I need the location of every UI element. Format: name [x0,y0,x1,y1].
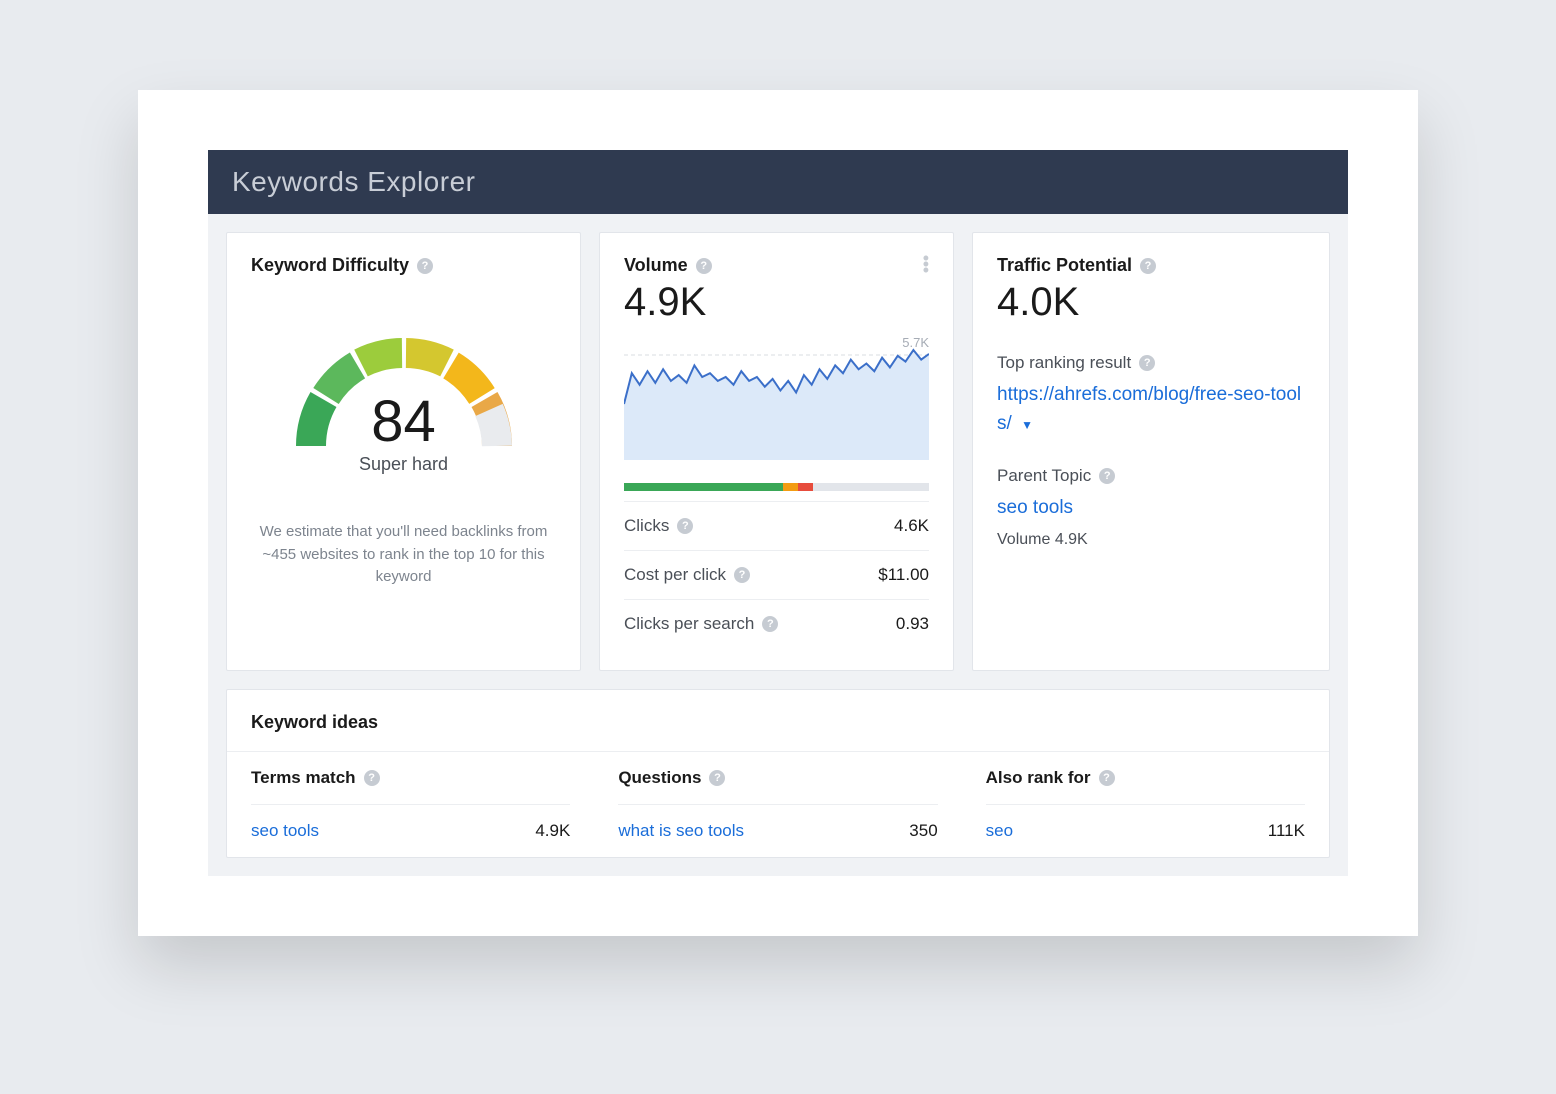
kd-gauge: 84 Super hard [279,306,529,466]
metric-label: Clicks per search? [624,614,778,634]
ideas-row: what is seo tools 350 [618,805,937,857]
segment [798,483,813,491]
vol-title-wrap: Volume ? [624,255,923,276]
kd-description: We estimate that you'll need backlinks f… [251,521,556,589]
keyword-volume: 4.9K [535,821,570,841]
ideas-col-head: Terms match? [251,752,570,805]
metric-value: 0.93 [896,614,929,634]
keyword-volume: 111K [1268,821,1305,841]
ideas-column: Terms match? seo tools 4.9K [227,752,594,857]
ideas-row: seo 111K [986,805,1305,857]
metric-label: Clicks? [624,516,693,536]
parent-topic-link[interactable]: seo tools [997,494,1305,523]
keyword-link[interactable]: what is seo tools [618,821,744,841]
top-cards-row: Keyword Difficulty ? [226,232,1330,671]
ideas-column: Also rank for? seo 111K [962,752,1329,857]
keyword-volume: 350 [909,821,937,841]
page-title: Keywords Explorer [232,166,475,197]
help-icon[interactable]: ? [762,616,778,632]
card-keyword-difficulty: Keyword Difficulty ? [226,232,581,671]
kd-title-row: Keyword Difficulty ? [251,255,556,276]
content: Keyword Difficulty ? [208,214,1348,876]
vol-value: 4.9K [624,280,929,325]
metric-row: Cost per click? $11.00 [624,550,929,599]
more-menu-icon[interactable]: ••• [923,255,929,273]
help-icon[interactable]: ? [677,518,693,534]
vol-title: Volume [624,255,688,276]
help-icon[interactable]: ? [696,258,712,274]
ideas-row: seo tools 4.9K [251,805,570,857]
app-window: Keywords Explorer Keyword Difficulty ? [138,90,1418,936]
metric-row: Clicks? 4.6K [624,501,929,550]
parent-topic-label-row: Parent Topic ? [997,466,1305,486]
segment [783,483,798,491]
help-icon[interactable]: ? [709,770,725,786]
volume-chart: 5.7K [624,335,929,465]
help-icon[interactable]: ? [1140,258,1156,274]
ideas-columns: Terms match?seo tools4.9KQuestions?what … [227,752,1329,857]
ideas-col-head: Also rank for? [986,752,1305,805]
metric-value: $11.00 [878,565,929,585]
top-ranking-url[interactable]: https://ahrefs.com/blog/free-seo-tools/ … [997,381,1305,438]
help-icon[interactable]: ? [1099,770,1115,786]
kd-score-label: Super hard [279,454,529,475]
segment [813,483,929,491]
tp-value: 4.0K [997,280,1305,325]
help-icon[interactable]: ? [1099,468,1115,484]
page-header: Keywords Explorer [208,150,1348,214]
parent-topic-label: Parent Topic [997,466,1091,486]
top-ranking-label: Top ranking result [997,353,1131,373]
metric-row: Clicks per search? 0.93 [624,599,929,648]
tp-title-row: Traffic Potential ? [997,255,1305,276]
card-traffic-potential: Traffic Potential ? 4.0K Top ranking res… [972,232,1330,671]
parent-topic-volume: Volume 4.9K [997,531,1305,549]
help-icon[interactable]: ? [417,258,433,274]
ideas-column: Questions? what is seo tools 350 [594,752,961,857]
ideas-title: Keyword ideas [227,690,1329,752]
kd-title: Keyword Difficulty [251,255,409,276]
volume-chart-svg [624,335,929,460]
keyword-link[interactable]: seo tools [251,821,319,841]
keyword-link[interactable]: seo [986,821,1013,841]
tp-title: Traffic Potential [997,255,1132,276]
top-ranking-url-text: https://ahrefs.com/blog/free-seo-tools/ [997,384,1301,434]
dropdown-caret-icon: ▼ [1021,418,1033,432]
top-ranking-label-row: Top ranking result ? [997,353,1305,373]
segment [624,483,783,491]
help-icon[interactable]: ? [1139,355,1155,371]
card-keyword-ideas: Keyword ideas Terms match? seo tools 4.9K Q… [226,689,1330,858]
ideas-col-head: Questions? [618,752,937,805]
metric-value: 4.6K [894,516,929,536]
card-volume: Volume ? ••• 4.9K 5.7K Clicks? 4.6K Cost p… [599,232,954,671]
volume-metrics: Clicks? 4.6K Cost per click? $11.00 Clicks p… [624,501,929,648]
kd-score: 84 [279,388,529,455]
help-icon[interactable]: ? [734,567,750,583]
metric-label: Cost per click? [624,565,750,585]
click-distribution-bar [624,483,929,491]
chart-peak-label: 5.7K [902,335,929,350]
help-icon[interactable]: ? [364,770,380,786]
vol-title-row: Volume ? ••• [624,255,929,276]
